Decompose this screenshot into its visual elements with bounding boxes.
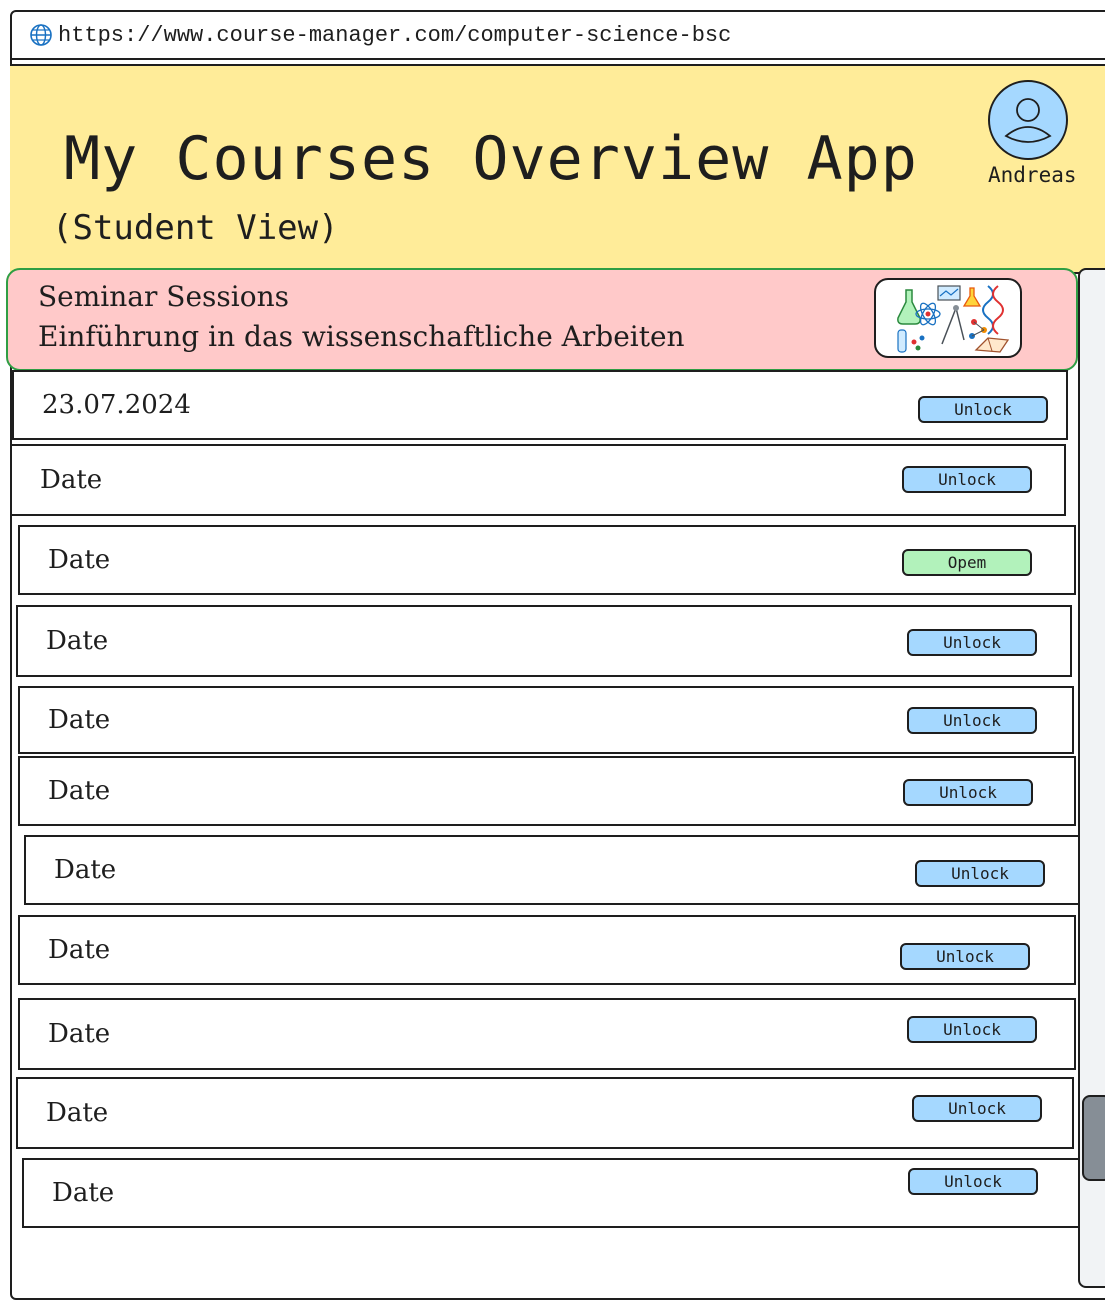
course-category: Seminar Sessions bbox=[38, 280, 289, 313]
session-date: 23.07.2024 bbox=[42, 390, 191, 420]
unlock-button[interactable]: Unlock bbox=[900, 943, 1030, 970]
user-icon bbox=[1004, 98, 1052, 143]
session-row: Date Unlock bbox=[10, 444, 1066, 516]
session-row: Date Unlock bbox=[22, 1158, 1080, 1228]
user-name: Andreas bbox=[988, 163, 1077, 187]
page-title: My Courses Overview App bbox=[64, 124, 918, 194]
course-name: Einführung in das wissenschaftliche Arbe… bbox=[38, 320, 685, 353]
session-row: Date Unlock bbox=[18, 686, 1074, 754]
session-date: Date bbox=[48, 776, 111, 806]
session-row: Date Opem bbox=[18, 525, 1076, 595]
course-card[interactable]: Seminar Sessions Einführung in das wisse… bbox=[6, 268, 1078, 371]
session-date: Date bbox=[48, 935, 111, 965]
unlock-button[interactable]: Unlock bbox=[915, 860, 1045, 887]
unlock-button[interactable]: Unlock bbox=[903, 779, 1033, 806]
session-date: Date bbox=[40, 465, 103, 495]
session-date: Date bbox=[48, 705, 111, 735]
unlock-button[interactable]: Unlock bbox=[907, 629, 1037, 656]
unlock-button[interactable]: Unlock bbox=[902, 466, 1032, 493]
session-row: 23.07.2024 Unlock bbox=[12, 370, 1068, 440]
session-row: Date Unlock bbox=[16, 605, 1072, 677]
session-row: Date Unlock bbox=[16, 1077, 1074, 1149]
unlock-button[interactable]: Unlock bbox=[907, 707, 1037, 734]
session-date: Date bbox=[48, 1019, 111, 1049]
address-bar[interactable]: https://www.course-manager.com/computer-… bbox=[12, 12, 1105, 60]
unlock-button[interactable]: Unlock bbox=[908, 1168, 1038, 1195]
session-row: Date Unlock bbox=[24, 835, 1080, 905]
session-row: Date Unlock bbox=[18, 756, 1076, 826]
science-collage-icon bbox=[874, 278, 1022, 358]
url-text: https://www.course-manager.com/computer-… bbox=[58, 22, 732, 48]
avatar[interactable] bbox=[988, 80, 1068, 160]
session-row: Date Unlock bbox=[18, 998, 1076, 1070]
session-row: Date Unlock bbox=[18, 915, 1076, 985]
session-date: Date bbox=[46, 626, 109, 656]
unlock-button[interactable]: Unlock bbox=[907, 1016, 1037, 1043]
session-date: Date bbox=[52, 1178, 115, 1208]
session-date: Date bbox=[54, 855, 117, 885]
unlock-button[interactable]: Unlock bbox=[918, 396, 1048, 423]
app-header: My Courses Overview App (Student View) bbox=[10, 64, 1105, 274]
globe-icon bbox=[28, 22, 54, 48]
session-date: Date bbox=[46, 1098, 109, 1128]
session-date: Date bbox=[48, 545, 111, 575]
page-subtitle: (Student View) bbox=[52, 208, 339, 248]
unlock-button[interactable]: Unlock bbox=[912, 1095, 1042, 1122]
scrollbar-thumb[interactable] bbox=[1082, 1095, 1105, 1181]
open-button[interactable]: Opem bbox=[902, 549, 1032, 576]
